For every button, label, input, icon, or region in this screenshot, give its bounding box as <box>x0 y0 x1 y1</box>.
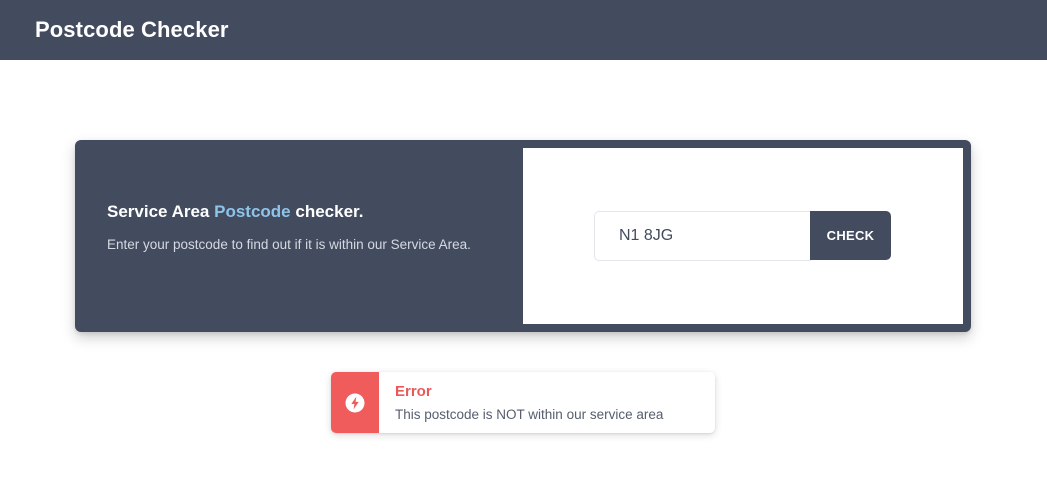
top-bar: Postcode Checker <box>0 0 1047 60</box>
error-alert: Error This postcode is NOT within our se… <box>331 372 715 433</box>
checker-description: Enter your postcode to find out if it is… <box>107 237 471 252</box>
heading-suffix: checker. <box>290 202 364 221</box>
alert-title: Error <box>395 383 432 400</box>
alert-message: This postcode is NOT within our service … <box>395 407 664 422</box>
checker-heading: Service Area Postcode checker. <box>107 202 487 222</box>
postcode-input[interactable] <box>594 211 811 261</box>
check-button[interactable]: CHECK <box>810 211 891 260</box>
postcode-form: CHECK <box>523 148 963 324</box>
postcode-checker-card: Service Area Postcode checker. Enter you… <box>75 140 971 332</box>
app-title: Postcode Checker <box>35 17 229 42</box>
heading-prefix: Service Area <box>107 202 215 221</box>
lightning-bolt-icon <box>345 393 365 412</box>
checker-info: Service Area Postcode checker. Enter you… <box>107 202 487 255</box>
heading-accent: Postcode <box>214 202 291 221</box>
alert-icon-strip <box>331 372 379 433</box>
